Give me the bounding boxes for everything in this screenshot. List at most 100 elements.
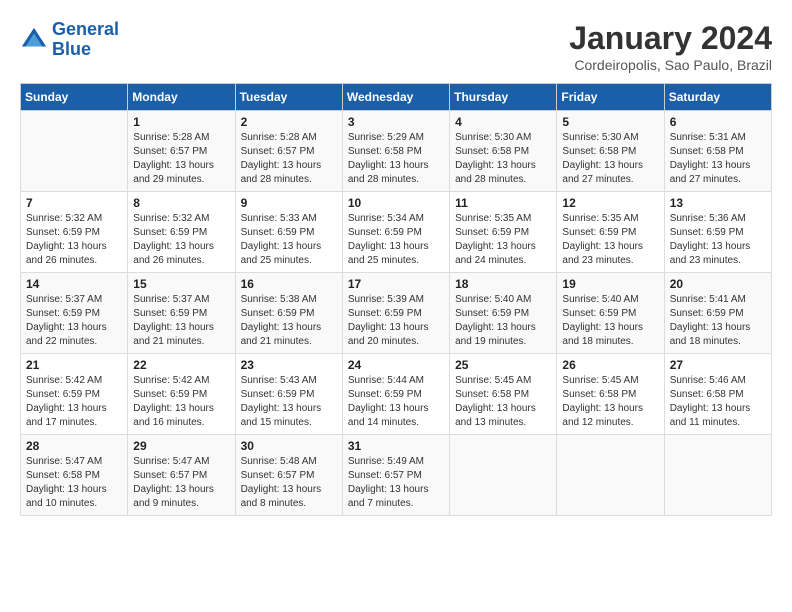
day-info: Sunrise: 5:35 AM Sunset: 6:59 PM Dayligh… [455,212,551,268]
day-info: Sunrise: 5:28 AM Sunset: 6:57 PM Dayligh… [133,131,229,187]
day-number: 31 [348,439,444,453]
header-friday: Friday [557,84,664,111]
day-number: 15 [133,277,229,291]
calendar-cell: 21 Sunrise: 5:42 AM Sunset: 6:59 PM Dayli… [21,354,128,435]
calendar-table: SundayMondayTuesdayWednesdayThursdayFrid… [20,83,772,516]
day-number: 7 [26,196,122,210]
calendar-cell [557,435,664,516]
calendar-cell: 28Sunrise: 5:47 AM Sunset: 6:58 PM Dayli… [21,435,128,516]
header-monday: Monday [128,84,235,111]
title-block: January 2024 Cordeiropolis, Sao Paulo, B… [569,20,772,73]
day-info: Sunrise: 5:44 AM Sunset: 6:59 PM Dayligh… [348,374,444,430]
day-number: 11 [455,196,551,210]
day-info: Sunrise: 5:40 AM Sunset: 6:59 PM Dayligh… [455,293,551,349]
calendar-cell: 9 Sunrise: 5:33 AM Sunset: 6:59 PM Daylig… [235,192,342,273]
location-subtitle: Cordeiropolis, Sao Paulo, Brazil [569,57,772,73]
day-info: Sunrise: 5:43 AM Sunset: 6:59 PM Dayligh… [241,374,337,430]
day-number: 24 [348,358,444,372]
day-number: 25 [455,358,551,372]
day-info: Sunrise: 5:41 AM Sunset: 6:59 PM Dayligh… [670,293,766,349]
day-number: 17 [348,277,444,291]
day-info: Sunrise: 5:42 AM Sunset: 6:59 PM Dayligh… [133,374,229,430]
day-info: Sunrise: 5:28 AM Sunset: 6:57 PM Dayligh… [241,131,337,187]
day-number: 1 [133,115,229,129]
day-number: 5 [562,115,658,129]
day-number: 4 [455,115,551,129]
calendar-cell [450,435,557,516]
calendar-cell: 25 Sunrise: 5:45 AM Sunset: 6:58 PM Dayli… [450,354,557,435]
calendar-cell: 17 Sunrise: 5:39 AM Sunset: 6:59 PM Dayli… [342,273,449,354]
header-wednesday: Wednesday [342,84,449,111]
logo-text1: General [52,19,119,39]
calendar-cell: 31Sunrise: 5:49 AM Sunset: 6:57 PM Dayli… [342,435,449,516]
day-number: 19 [562,277,658,291]
calendar-cell [664,435,771,516]
day-number: 14 [26,277,122,291]
day-info: Sunrise: 5:30 AM Sunset: 6:58 PM Dayligh… [562,131,658,187]
week-row-4: 21 Sunrise: 5:42 AM Sunset: 6:59 PM Dayli… [21,354,772,435]
calendar-cell: 26Sunrise: 5:45 AM Sunset: 6:58 PM Dayli… [557,354,664,435]
day-number: 12 [562,196,658,210]
calendar-cell: 22 Sunrise: 5:42 AM Sunset: 6:59 PM Dayli… [128,354,235,435]
calendar-cell: 23 Sunrise: 5:43 AM Sunset: 6:59 PM Dayli… [235,354,342,435]
day-info: Sunrise: 5:47 AM Sunset: 6:57 PM Dayligh… [133,455,229,511]
day-number: 22 [133,358,229,372]
day-info: Sunrise: 5:30 AM Sunset: 6:58 PM Dayligh… [455,131,551,187]
day-info: Sunrise: 5:45 AM Sunset: 6:58 PM Dayligh… [562,374,658,430]
calendar-cell: 19 Sunrise: 5:40 AM Sunset: 6:59 PM Dayli… [557,273,664,354]
day-number: 27 [670,358,766,372]
logo-text: General Blue [52,20,119,60]
day-number: 10 [348,196,444,210]
calendar-cell: 14 Sunrise: 5:37 AM Sunset: 6:59 PM Dayli… [21,273,128,354]
day-info: Sunrise: 5:32 AM Sunset: 6:59 PM Dayligh… [26,212,122,268]
header-saturday: Saturday [664,84,771,111]
header-sunday: Sunday [21,84,128,111]
week-row-1: 1 Sunrise: 5:28 AM Sunset: 6:57 PM Daylig… [21,111,772,192]
calendar-cell: 15 Sunrise: 5:37 AM Sunset: 6:59 PM Dayli… [128,273,235,354]
day-info: Sunrise: 5:42 AM Sunset: 6:59 PM Dayligh… [26,374,122,430]
day-info: Sunrise: 5:33 AM Sunset: 6:59 PM Dayligh… [241,212,337,268]
day-info: Sunrise: 5:31 AM Sunset: 6:58 PM Dayligh… [670,131,766,187]
day-info: Sunrise: 5:46 AM Sunset: 6:58 PM Dayligh… [670,374,766,430]
day-number: 9 [241,196,337,210]
calendar-cell: 13Sunrise: 5:36 AM Sunset: 6:59 PM Dayli… [664,192,771,273]
calendar-cell: 1 Sunrise: 5:28 AM Sunset: 6:57 PM Daylig… [128,111,235,192]
day-info: Sunrise: 5:34 AM Sunset: 6:59 PM Dayligh… [348,212,444,268]
day-info: Sunrise: 5:40 AM Sunset: 6:59 PM Dayligh… [562,293,658,349]
day-info: Sunrise: 5:35 AM Sunset: 6:59 PM Dayligh… [562,212,658,268]
calendar-cell: 18 Sunrise: 5:40 AM Sunset: 6:59 PM Dayli… [450,273,557,354]
calendar-cell [21,111,128,192]
calendar-cell: 11 Sunrise: 5:35 AM Sunset: 6:59 PM Dayli… [450,192,557,273]
day-info: Sunrise: 5:45 AM Sunset: 6:58 PM Dayligh… [455,374,551,430]
logo-text2: Blue [52,39,91,59]
day-info: Sunrise: 5:37 AM Sunset: 6:59 PM Dayligh… [26,293,122,349]
calendar-cell: 5 Sunrise: 5:30 AM Sunset: 6:58 PM Daylig… [557,111,664,192]
week-row-2: 7 Sunrise: 5:32 AM Sunset: 6:59 PM Daylig… [21,192,772,273]
day-number: 2 [241,115,337,129]
calendar-cell: 4 Sunrise: 5:30 AM Sunset: 6:58 PM Daylig… [450,111,557,192]
calendar-cell: 27 Sunrise: 5:46 AM Sunset: 6:58 PM Dayli… [664,354,771,435]
month-title: January 2024 [569,20,772,57]
calendar-cell: 30 Sunrise: 5:48 AM Sunset: 6:57 PM Dayli… [235,435,342,516]
day-number: 6 [670,115,766,129]
day-number: 21 [26,358,122,372]
day-number: 3 [348,115,444,129]
day-info: Sunrise: 5:37 AM Sunset: 6:59 PM Dayligh… [133,293,229,349]
calendar-cell: 20 Sunrise: 5:41 AM Sunset: 6:59 PM Dayli… [664,273,771,354]
week-row-5: 28Sunrise: 5:47 AM Sunset: 6:58 PM Dayli… [21,435,772,516]
day-info: Sunrise: 5:29 AM Sunset: 6:58 PM Dayligh… [348,131,444,187]
day-info: Sunrise: 5:48 AM Sunset: 6:57 PM Dayligh… [241,455,337,511]
day-info: Sunrise: 5:38 AM Sunset: 6:59 PM Dayligh… [241,293,337,349]
day-number: 18 [455,277,551,291]
calendar-cell: 29Sunrise: 5:47 AM Sunset: 6:57 PM Dayli… [128,435,235,516]
header-thursday: Thursday [450,84,557,111]
day-info: Sunrise: 5:47 AM Sunset: 6:58 PM Dayligh… [26,455,122,511]
logo-icon [20,26,48,54]
week-row-3: 14 Sunrise: 5:37 AM Sunset: 6:59 PM Dayli… [21,273,772,354]
day-info: Sunrise: 5:39 AM Sunset: 6:59 PM Dayligh… [348,293,444,349]
day-number: 23 [241,358,337,372]
logo: General Blue [20,20,119,60]
calendar-cell: 3 Sunrise: 5:29 AM Sunset: 6:58 PM Daylig… [342,111,449,192]
day-number: 20 [670,277,766,291]
day-number: 30 [241,439,337,453]
